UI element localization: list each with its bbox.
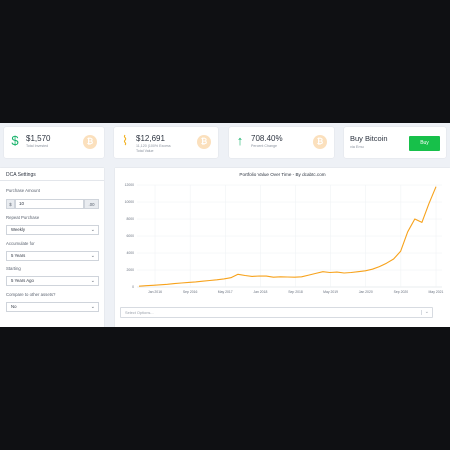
amount-suffix: .00 <box>84 199 99 209</box>
compare-assets-label: Compare to other assets? <box>6 292 56 297</box>
starting-value: 5 Years Ago <box>11 278 34 283</box>
y-tick-label: 2000 <box>126 268 134 272</box>
portfolio-value-line <box>138 186 437 287</box>
accumulate-for-value: 5 Years <box>11 253 26 258</box>
dca-app: $ $1,570 Total Invested ₿ ⌇ $12,691 11,1… <box>0 123 450 327</box>
chevron-down-icon: ⌄ <box>90 278 95 284</box>
percent-change-value: 708.40% <box>251 134 283 143</box>
y-tick-label: 12000 <box>125 183 135 187</box>
dropdown-separator <box>421 310 422 315</box>
x-tick-label: Jan 2020 <box>359 290 373 294</box>
portfolio-chart: 12000 10000 8000 6000 4000 2000 0 Jan 2016 Sep 2… <box>125 183 444 294</box>
x-tick-label: Jan 2018 <box>253 290 267 294</box>
x-tick-label: Sep 2020 <box>394 290 409 294</box>
settings-title: DCA Settings <box>6 172 36 178</box>
total-value-detail: 11,120 (100% Excess <box>136 144 171 148</box>
purchase-amount-input[interactable]: 10 <box>15 199 84 209</box>
y-tick-label: 10000 <box>125 200 135 204</box>
x-tick-label: Jan 2016 <box>148 290 162 294</box>
total-value-caption: Total Value <box>136 148 154 153</box>
y-tick-label: 4000 <box>126 251 134 255</box>
bitcoin-coin-icon: ₿ <box>313 135 327 149</box>
chevron-down-icon: ⌄ <box>90 227 95 233</box>
chevron-down-icon: ⌄ <box>90 253 95 259</box>
total-invested-label: Total Invested <box>26 144 49 148</box>
dollar-icon: $ <box>11 133 19 148</box>
select-options-dropdown[interactable]: Select Options... ⌄ <box>120 307 433 318</box>
compare-assets-value: No <box>11 304 17 309</box>
percent-change-card: ↑ 708.40% Percent Change ₿ <box>229 127 334 158</box>
y-tick-label: 6000 <box>126 234 134 238</box>
buy-bitcoin-subtitle: via Emu <box>350 145 364 149</box>
repeat-purchase-label: Repeat Purchase <box>6 215 40 220</box>
amount-prefix: $ <box>6 199 15 209</box>
accumulate-for-select[interactable]: 5 Years ⌄ <box>6 251 99 261</box>
chart-panel: Portfolio Value Over Time - By dcabtc.co… <box>115 168 450 327</box>
buy-bitcoin-card: Buy Bitcoin via Emu Buy <box>344 127 446 158</box>
x-tick-label: Sep 2016 <box>183 290 198 294</box>
total-value-label: 11,120 (100% Excess Total Value <box>136 144 171 153</box>
buy-bitcoin-title: Buy Bitcoin <box>350 134 388 143</box>
accumulate-for-label: Accumulate for <box>6 241 35 246</box>
total-value-card: ⌇ $12,691 11,120 (100% Excess Total Valu… <box>114 127 218 158</box>
chevron-down-icon: ⌄ <box>424 309 429 315</box>
pulse-icon: ⌇ <box>121 133 129 148</box>
total-value-value: $12,691 <box>136 134 165 143</box>
repeat-purchase-value: Weekly <box>11 227 26 232</box>
x-tick-label: May 2017 <box>218 290 233 294</box>
bitcoin-coin-icon: ₿ <box>197 135 211 149</box>
x-tick-label: May 2021 <box>429 290 444 294</box>
percent-change-label: Percent Change <box>251 144 277 148</box>
settings-divider <box>0 180 104 181</box>
starting-label: Starting <box>6 266 21 271</box>
buy-button[interactable]: Buy <box>409 136 440 151</box>
starting-select[interactable]: 5 Years Ago ⌄ <box>6 276 99 286</box>
bitcoin-coin-icon: ₿ <box>83 135 97 149</box>
total-invested-value: $1,570 <box>26 134 51 143</box>
repeat-purchase-select[interactable]: Weekly ⌄ <box>6 225 99 235</box>
y-tick-label: 8000 <box>126 217 134 221</box>
x-tick-label: Sep 2018 <box>288 290 303 294</box>
chevron-down-icon: ⌄ <box>90 304 95 310</box>
y-tick-label: 0 <box>132 285 134 289</box>
purchase-amount-label: Purchase Amount <box>6 188 40 193</box>
x-tick-label: May 2019 <box>323 290 338 294</box>
select-options-placeholder: Select Options... <box>125 310 154 315</box>
total-invested-card: $ $1,570 Total Invested ₿ <box>4 127 104 158</box>
arrow-up-icon: ↑ <box>236 133 244 148</box>
compare-assets-select[interactable]: No ⌄ <box>6 302 99 312</box>
dca-settings-panel: DCA Settings Purchase Amount $ 10 .00 Re… <box>0 168 104 327</box>
